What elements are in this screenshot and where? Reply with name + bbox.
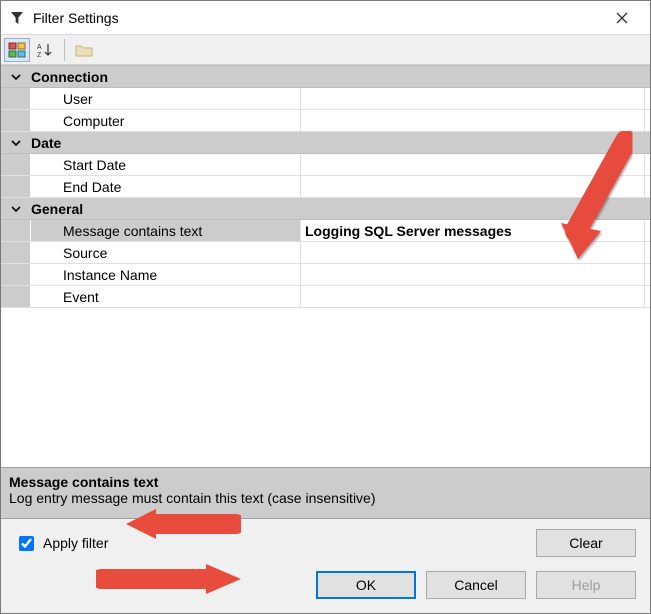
property-grid: Connection User Computer Date Start Date	[1, 65, 650, 308]
cancel-button[interactable]: Cancel	[426, 571, 526, 599]
property-value[interactable]	[301, 154, 644, 175]
property-label: Computer	[31, 110, 301, 131]
property-label: Source	[31, 242, 301, 263]
funnel-icon	[9, 10, 25, 26]
view-categorized-button[interactable]	[4, 38, 30, 62]
property-value[interactable]	[301, 264, 644, 285]
apply-filter-checkbox[interactable]: Apply filter	[15, 533, 108, 554]
description-text: Log entry message must contain this text…	[9, 490, 642, 506]
row-computer[interactable]: Computer	[1, 110, 650, 132]
property-value[interactable]	[301, 286, 644, 307]
window-title: Filter Settings	[33, 10, 602, 26]
property-value[interactable]	[301, 110, 644, 131]
chevron-down-icon[interactable]	[1, 66, 31, 87]
help-button: Help	[536, 571, 636, 599]
property-value[interactable]	[301, 88, 644, 109]
ok-button[interactable]: OK	[316, 571, 416, 599]
row-user[interactable]: User	[1, 88, 650, 110]
property-value[interactable]	[301, 176, 644, 197]
category-date[interactable]: Date	[1, 132, 650, 154]
row-event[interactable]: Event	[1, 286, 650, 308]
property-value[interactable]: Logging SQL Server messages	[301, 220, 644, 241]
property-label: Start Date	[31, 154, 301, 175]
close-button[interactable]	[602, 4, 642, 32]
property-label: User	[31, 88, 301, 109]
apply-filter-label: Apply filter	[43, 535, 108, 551]
property-label: End Date	[31, 176, 301, 197]
folder-button[interactable]	[71, 38, 97, 62]
category-connection[interactable]: Connection	[1, 66, 650, 88]
category-general[interactable]: General	[1, 198, 650, 220]
grid-empty-area	[1, 308, 650, 467]
clear-button[interactable]: Clear	[536, 529, 636, 557]
chevron-down-icon[interactable]	[1, 132, 31, 153]
row-instance-name[interactable]: Instance Name	[1, 264, 650, 286]
apply-filter-input[interactable]	[19, 536, 34, 551]
property-label: Instance Name	[31, 264, 301, 285]
category-label: Date	[31, 132, 301, 153]
svg-text:A: A	[37, 44, 42, 51]
chevron-down-icon[interactable]	[1, 198, 31, 219]
row-start-date[interactable]: Start Date	[1, 154, 650, 176]
footer: Apply filter Clear OK Cancel Help	[1, 518, 650, 613]
description-title: Message contains text	[9, 474, 642, 490]
titlebar: Filter Settings	[1, 1, 650, 35]
toolbar-separator	[64, 39, 65, 61]
view-alphabetical-button[interactable]: A Z	[32, 38, 58, 62]
row-source[interactable]: Source	[1, 242, 650, 264]
property-value[interactable]	[301, 242, 644, 263]
row-end-date[interactable]: End Date	[1, 176, 650, 198]
svg-text:Z: Z	[37, 52, 42, 58]
property-label: Message contains text	[31, 220, 301, 241]
toolbar: A Z	[1, 35, 650, 65]
description-panel: Message contains text Log entry message …	[1, 467, 650, 518]
row-message-contains[interactable]: Message contains text Logging SQL Server…	[1, 220, 650, 242]
category-label: Connection	[31, 66, 301, 87]
category-label: General	[31, 198, 301, 219]
property-label: Event	[31, 286, 301, 307]
filter-settings-dialog: Filter Settings A Z	[0, 0, 651, 614]
